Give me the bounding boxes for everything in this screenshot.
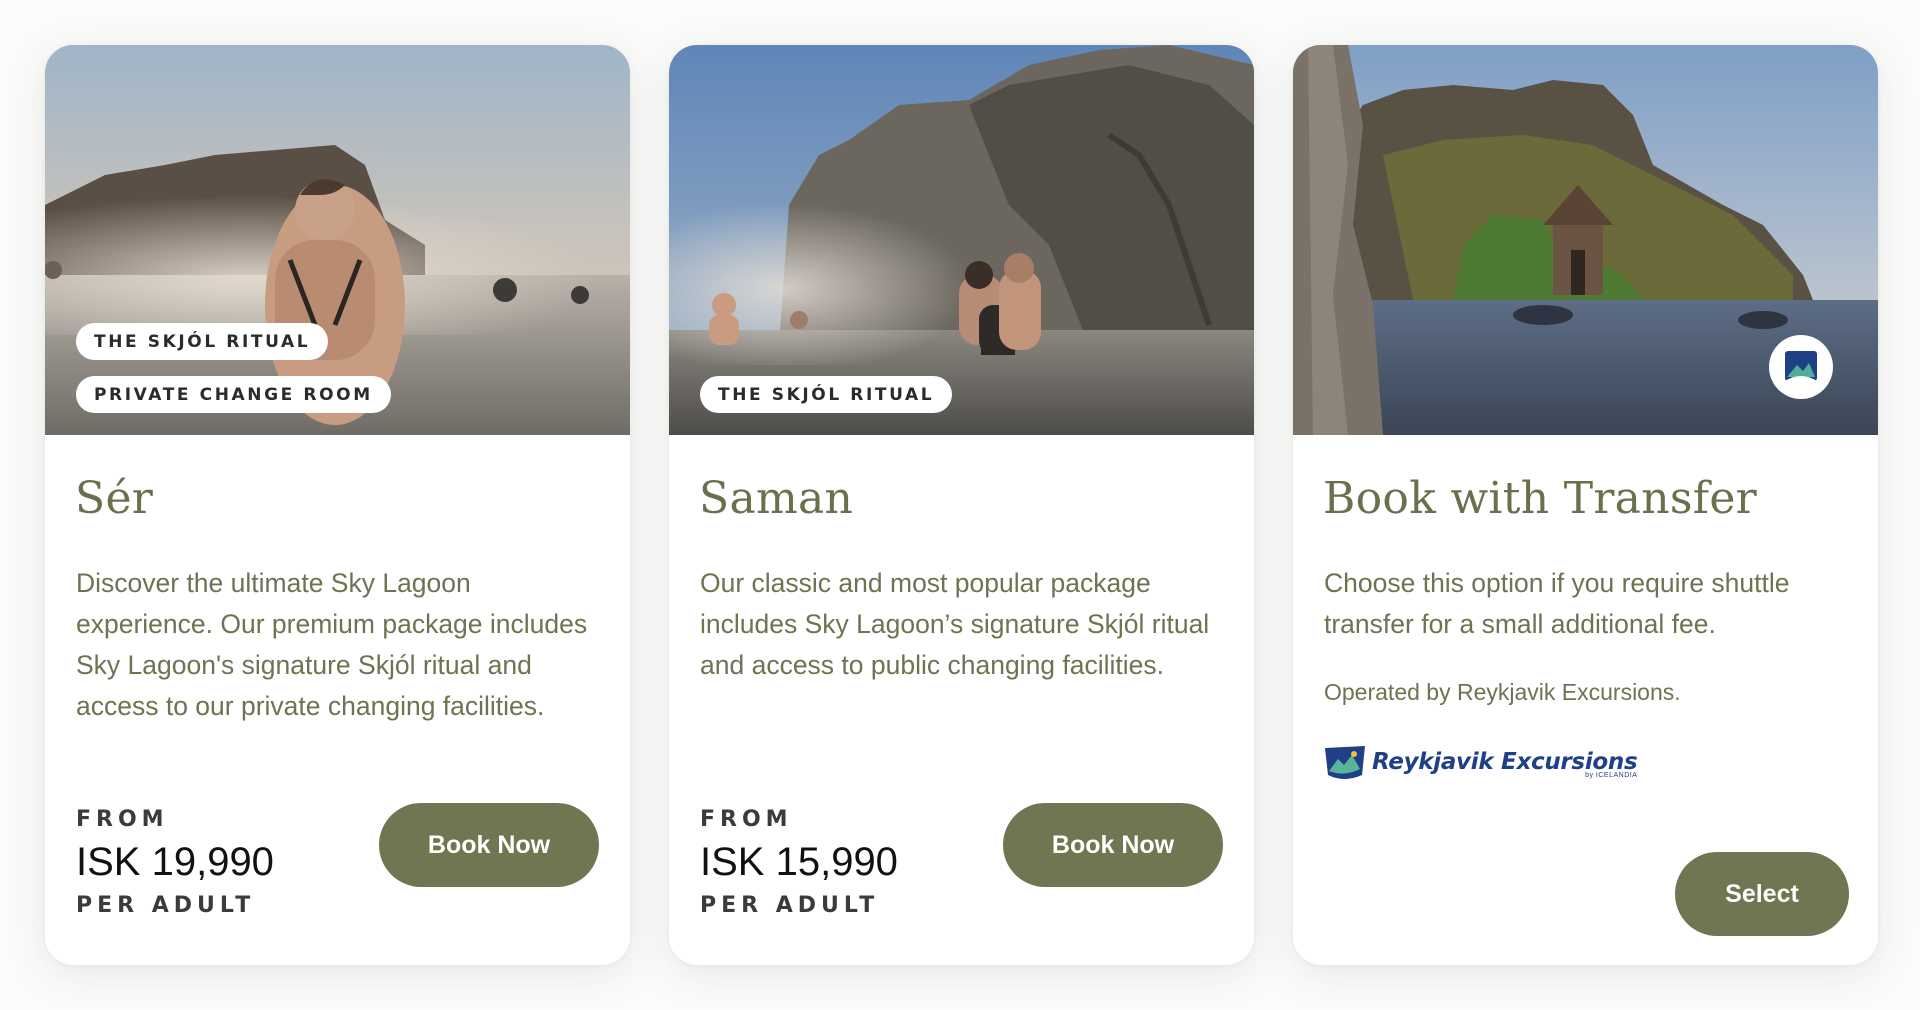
book-now-button[interactable]: Book Now (1003, 803, 1223, 887)
package-cards: THE SKJÓL RITUAL PRIVATE CHANGE ROOM Sér… (45, 45, 1878, 965)
package-card-saman: THE SKJÓL RITUAL Saman Our classic and m… (669, 45, 1254, 965)
package-description: Discover the ultimate Sky Lagoon experie… (76, 568, 588, 721)
package-title: Saman (699, 473, 854, 524)
tag-list: THE SKJÓL RITUAL (700, 376, 953, 413)
reykjavik-excursions-logo: Reykjavik Excursions by ICELANDIA (1324, 745, 1638, 783)
price-block: FROM ISK 15,990 PER ADULT (700, 807, 898, 918)
lagoon-photo-couple: THE SKJÓL RITUAL (669, 45, 1254, 435)
price-amount: ISK 19,990 (76, 840, 274, 884)
book-now-button[interactable]: Book Now (379, 803, 599, 887)
tag-skjol-ritual: THE SKJÓL RITUAL (700, 376, 953, 413)
price-per-label: PER ADULT (76, 893, 256, 918)
logo-text: Reykjavik Excursions by ICELANDIA (1372, 749, 1638, 779)
tag-skjol-ritual: THE SKJÓL RITUAL (76, 323, 329, 360)
package-title: Sér (75, 473, 154, 524)
operator-note: Operated by Reykjavik Excursions. (1324, 679, 1681, 705)
tag-list: THE SKJÓL RITUAL PRIVATE CHANGE ROOM (76, 323, 391, 413)
package-card-transfer: Book with Transfer Choose this option if… (1293, 45, 1878, 965)
price-per-label: PER ADULT (700, 893, 880, 918)
package-title: Book with Transfer (1323, 473, 1757, 524)
price-block: FROM ISK 19,990 PER ADULT (76, 807, 274, 918)
lagoon-photo-turf-house (1293, 45, 1878, 435)
package-description: Our classic and most popular package inc… (700, 568, 1210, 680)
mountain-badge-icon (1769, 335, 1833, 399)
tag-private-change-room: PRIVATE CHANGE ROOM (76, 376, 391, 413)
lagoon-photo-woman: THE SKJÓL RITUAL PRIVATE CHANGE ROOM (45, 45, 630, 435)
price-from-label: FROM (700, 807, 793, 832)
logo-sub-text: by ICELANDIA (1585, 772, 1638, 779)
select-button[interactable]: Select (1675, 852, 1849, 936)
price-amount: ISK 15,990 (700, 840, 898, 884)
price-from-label: FROM (76, 807, 169, 832)
package-description: Choose this option if you require shuttl… (1324, 568, 1790, 639)
package-card-ser: THE SKJÓL RITUAL PRIVATE CHANGE ROOM Sér… (45, 45, 630, 965)
reykjavik-excursions-logo-icon (1325, 746, 1365, 779)
